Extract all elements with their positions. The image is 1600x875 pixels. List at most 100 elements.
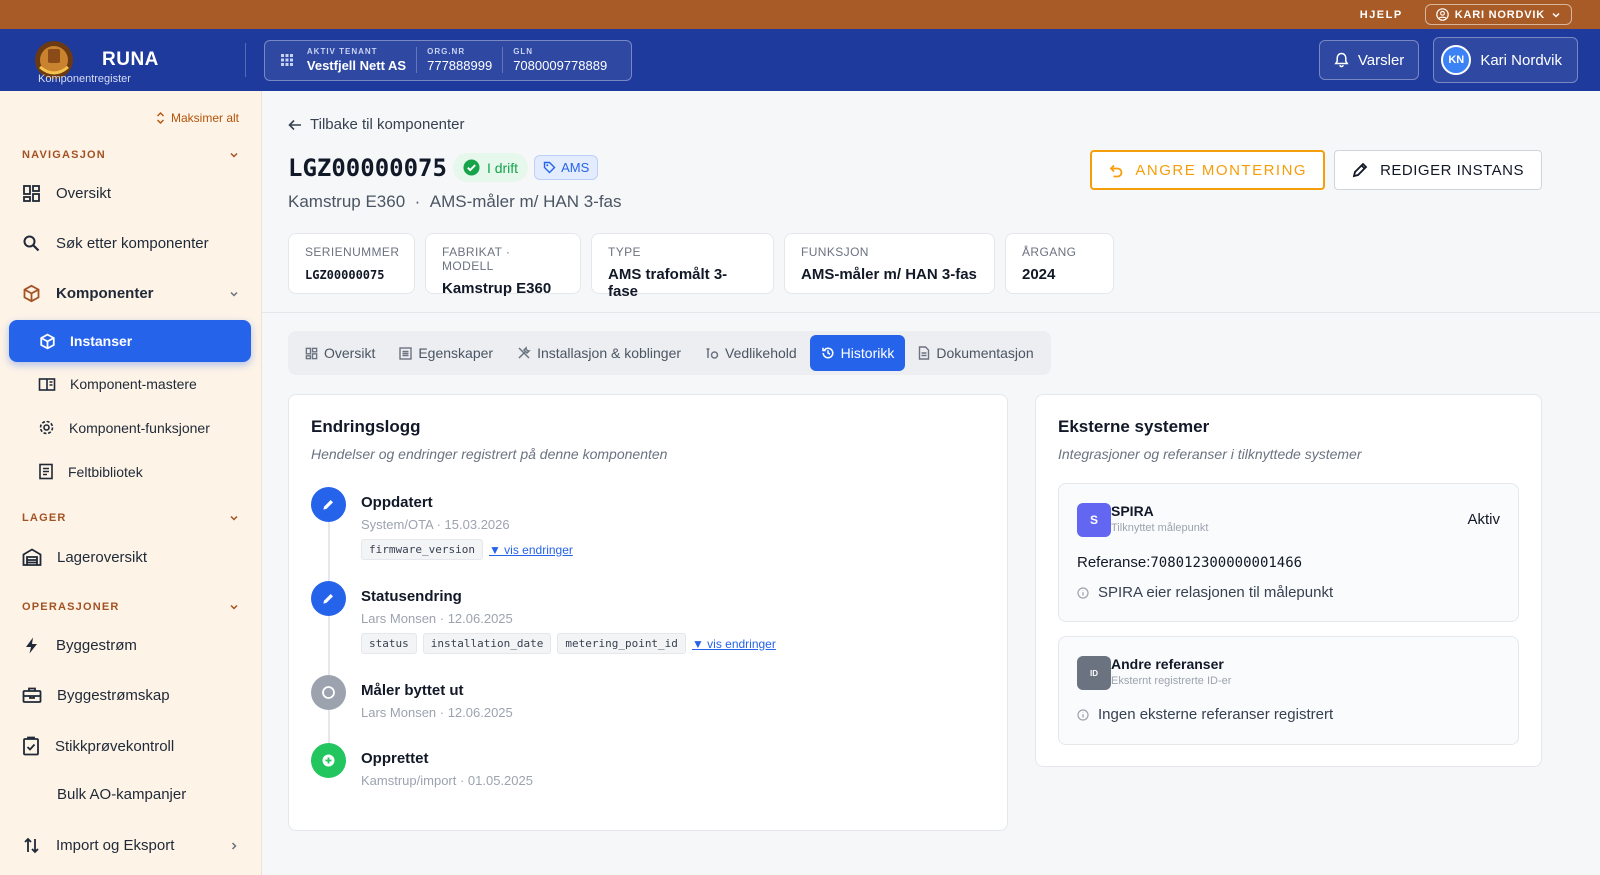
arrow-left-icon (288, 119, 301, 130)
undo-mounting-label: ANGRE MONTERING (1135, 161, 1308, 179)
tenant-selector[interactable]: AKTIV TENANT Vestfjell Nett AS ORG.NR 77… (263, 39, 633, 81)
reference-row: Referanse:708012300000001466 (1077, 554, 1302, 571)
sidebar-item-label: Byggestrømskap (57, 686, 170, 704)
system-subtitle: Eksternt registrerte ID-er (1111, 675, 1232, 687)
sidebar-item-label: Byggestrøm (56, 637, 137, 654)
dashboard-icon (305, 347, 318, 359)
event-meta: Lars Monsen · 12.06.2025 (361, 611, 513, 626)
chevron-down-icon (230, 152, 238, 158)
function-name: AMS-måler m/ HAN 3-fas (429, 192, 622, 211)
history-icon (821, 347, 834, 359)
external-systems-card: Eksterne systemer Integrasjoner og refer… (1035, 394, 1542, 767)
user-profile-button[interactable]: KN Kari Nordvik (1433, 37, 1578, 83)
status-badge: Aktiv (1467, 511, 1500, 528)
help-link[interactable]: HJELP (1360, 9, 1403, 21)
fact-label: SERIENUMMER (305, 245, 400, 259)
search-icon (23, 235, 40, 252)
sidebar-item-komponent-funksjoner[interactable]: Komponent-funksjoner (38, 419, 210, 436)
fact-type: TYPE AMS trafomålt 3-fase (591, 233, 774, 300)
event-title: Opprettet (361, 750, 429, 767)
app-header: RUNA Komponentregister AKTIV TENANT Vest… (0, 29, 1600, 91)
show-changes-link[interactable]: ▼ vis endringer (692, 637, 776, 651)
warehouse-icon (22, 548, 42, 566)
tab-label: Installasjon & koblinger (537, 345, 682, 361)
tab-vedlikehold[interactable]: Vedlikehold (694, 335, 808, 371)
tab-historikk[interactable]: Historikk (809, 335, 906, 371)
info-text: SPIRA eier relasjonen til målepunkt (1098, 584, 1334, 601)
book-icon (38, 377, 56, 391)
fact-serial: SERIENUMMER LGZ00000075 (288, 233, 415, 294)
sidebar-item-feltbibliotek[interactable]: Feltbibliotek (38, 463, 143, 480)
tab-installasjon[interactable]: Installasjon & koblinger (506, 335, 692, 371)
transfer-icon (24, 837, 39, 854)
info-row: Ingen eksterne referanser registrert (1077, 706, 1333, 723)
alerts-label: Varsler (1357, 51, 1405, 69)
user-menu-label: KARI NORDVIK (1454, 8, 1545, 21)
tab-bar: Oversikt Egenskaper Installasjon & kobli… (288, 331, 1051, 375)
sidebar-item-search[interactable]: Søk etter komponenter (22, 234, 239, 253)
tab-dokumentasjon[interactable]: Dokumentasjon (907, 335, 1044, 371)
lightning-icon (26, 637, 37, 654)
tab-label: Oversikt (324, 345, 376, 361)
edit-instance-label: REDIGER INSTANS (1380, 161, 1524, 179)
sidebar-item-komponent-mastere[interactable]: Komponent-mastere (38, 376, 197, 392)
sidebar-item-byggestrom[interactable]: Byggestrøm (22, 636, 239, 655)
show-changes-link[interactable]: ▼ vis endringer (489, 543, 573, 557)
fact-value: LGZ00000075 (305, 268, 385, 282)
sidebar-item-stikkprovekontroll[interactable]: Stikkprøvekontroll (22, 736, 239, 756)
section-operasjoner[interactable]: OPERASJONER (22, 601, 239, 613)
sidebar-item-lageroversikt[interactable]: Lageroversikt (22, 548, 239, 566)
alerts-button[interactable]: Varsler (1318, 40, 1420, 80)
tab-label: Vedlikehold (725, 345, 797, 361)
tab-egenskaper[interactable]: Egenskaper (388, 335, 504, 371)
event-title: Oppdatert (361, 494, 433, 511)
chevron-down-icon (230, 291, 238, 297)
system-name: SPIRA (1111, 503, 1154, 519)
sidebar-item-label: Bulk AO-kampanjer (57, 786, 187, 803)
changed-field-chip: status (361, 633, 417, 654)
sidebar-item-label: Lageroversikt (57, 548, 148, 566)
sidebar-item-bulk-ao[interactable]: Bulk AO-kampanjer (57, 786, 239, 803)
pencil-icon (311, 581, 346, 616)
user-menu[interactable]: KARI NORDVIK (1424, 4, 1572, 25)
plus-circle-icon (311, 743, 346, 778)
timeline-event: Oppdatert System/OTA · 15.03.2026 firmwa… (311, 487, 573, 560)
status-label: I drift (486, 159, 519, 176)
sidebar-item-import-eksport[interactable]: Import og Eksport (22, 836, 239, 855)
changelog-title: Endringslogg (311, 417, 421, 436)
timeline-event: Opprettet Kamstrup/import · 01.05.2025 (311, 743, 533, 788)
grid-icon (280, 54, 293, 66)
maximize-all-button[interactable]: Maksimer alt (156, 111, 239, 125)
header-divider (244, 43, 246, 77)
edit-instance-button[interactable]: REDIGER INSTANS (1334, 150, 1542, 190)
gln-label: GLN (513, 47, 534, 56)
other-references: ID Andre referanser Eksternt registrerte… (1058, 636, 1519, 745)
back-link[interactable]: Tilbake til komponenter (288, 116, 465, 133)
sidebar-item-oversikt[interactable]: Oversikt (22, 184, 239, 203)
tab-oversikt[interactable]: Oversikt (294, 335, 386, 371)
sidebar-item-byggestromskap[interactable]: Byggestrømskap (22, 686, 239, 704)
serial-number-title: LGZ00000075 (288, 153, 447, 182)
tools-icon (518, 346, 531, 359)
page-actions: ANGRE MONTERING REDIGER INSTANS (1090, 150, 1542, 190)
section-lager[interactable]: LAGER (22, 512, 239, 524)
undo-mounting-button[interactable]: ANGRE MONTERING (1090, 150, 1326, 190)
fact-label: ÅRGANG (1022, 245, 1077, 259)
divider (262, 312, 1600, 313)
org-label: ORG.NR (427, 47, 466, 56)
timeline-event: Måler byttet ut Lars Monsen · 12.06.2025 (311, 675, 513, 720)
gln-field: GLN 7080009778889 (502, 47, 617, 73)
check-circle-icon (463, 159, 480, 176)
sidebar-item-komponenter[interactable]: Komponenter (22, 284, 239, 303)
top-bar: HJELP KARI NORDVIK (0, 0, 1600, 29)
external-systems-title: Eksterne systemer (1058, 417, 1210, 436)
sidebar-item-label: Oversikt (56, 185, 112, 202)
info-icon (1077, 586, 1089, 599)
section-navigasjon[interactable]: NAVIGASJON (22, 149, 239, 161)
sidebar-item-instanser[interactable]: Instanser (9, 320, 251, 362)
separator: · (414, 192, 421, 211)
fact-value: AMS-måler m/ HAN 3-fas (801, 266, 977, 283)
toolbox-icon (22, 687, 42, 703)
avatar: KN (1441, 45, 1472, 75)
fact-value: 2024 (1022, 266, 1056, 283)
